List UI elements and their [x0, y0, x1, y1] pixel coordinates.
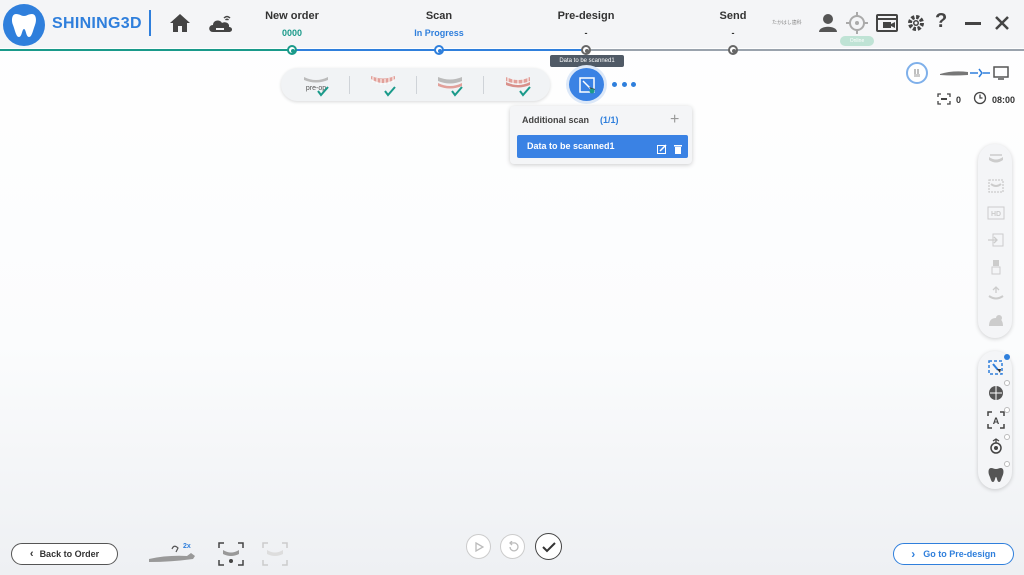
- cloud-wifi-icon[interactable]: [206, 12, 234, 34]
- minimize-icon[interactable]: [965, 22, 981, 25]
- dropdown-title: Additional scan: [522, 115, 590, 125]
- toolbar-separator: [483, 76, 484, 94]
- import-icon[interactable]: [985, 230, 1007, 250]
- edit-icon[interactable]: [657, 141, 667, 154]
- progress-pending: [586, 49, 1024, 51]
- chevron-left-icon: ‹: [29, 548, 34, 560]
- progress-done: [0, 49, 292, 51]
- brand-name: SHINING3D: [52, 15, 142, 32]
- svg-text:HD: HD: [991, 211, 1001, 218]
- step-scan[interactable]: Scan: [389, 10, 489, 22]
- ai-scan-icon[interactable]: A: [985, 410, 1007, 430]
- help-icon[interactable]: ?: [935, 10, 947, 33]
- scan-data-item-label: Data to be scanned1: [527, 141, 615, 151]
- crop-jaw-icon[interactable]: [985, 176, 1007, 196]
- scan-area-icon[interactable]: [218, 542, 244, 566]
- scan-tooltip: Data to be scanned1: [550, 55, 624, 67]
- tooth-logo-icon: [3, 4, 45, 46]
- go-to-pre-design-label: Go to Pre-design: [923, 549, 996, 559]
- toggle-dot[interactable]: [1004, 434, 1010, 440]
- dropdown-count: (1/1): [600, 115, 619, 125]
- step-send-sub: -: [731, 28, 735, 38]
- more-options-button[interactable]: [612, 76, 636, 92]
- trash-icon[interactable]: [673, 141, 683, 154]
- toggle-dot[interactable]: [1004, 380, 1010, 386]
- toggle-dot[interactable]: [1004, 407, 1010, 413]
- tooth-settings-icon[interactable]: [985, 464, 1007, 484]
- confirm-button[interactable]: [535, 533, 562, 560]
- back-to-order-label: Back to Order: [39, 549, 100, 559]
- active-dot: [1004, 354, 1010, 360]
- bite-jaw-button[interactable]: [498, 72, 538, 98]
- additional-scan-button[interactable]: [569, 68, 604, 101]
- play-button[interactable]: [466, 534, 491, 559]
- tip-badge: 2x: [183, 543, 191, 550]
- jaw-lift-icon[interactable]: [985, 284, 1007, 304]
- gum-icon[interactable]: [985, 311, 1007, 331]
- scan-count: 0: [956, 95, 962, 105]
- close-icon[interactable]: [993, 14, 1011, 32]
- rotate-view-icon[interactable]: [985, 437, 1007, 457]
- upper-jaw-button[interactable]: [363, 72, 403, 98]
- scanner-connection-icon: [938, 66, 1016, 80]
- toggle-dot[interactable]: [1004, 461, 1010, 467]
- lower-jaw-button[interactable]: [430, 72, 470, 98]
- scanner-tip-icon[interactable]: [147, 543, 203, 565]
- status-badge: Online: [840, 36, 874, 46]
- preop-jaw-label: pre-op: [306, 85, 326, 92]
- smart-scan-icon[interactable]: [985, 357, 1007, 377]
- texture-icon[interactable]: [985, 383, 1007, 403]
- preop-jaw-button[interactable]: pre-op: [296, 72, 336, 98]
- add-scan-icon[interactable]: +: [670, 111, 679, 129]
- toolbar-separator: [416, 76, 417, 94]
- scan-count-icon: [937, 92, 951, 105]
- hd-icon[interactable]: HD: [985, 203, 1007, 223]
- step-scan-sub: In Progress: [414, 28, 464, 38]
- scanner-tip-status-icon[interactable]: [906, 62, 928, 84]
- scan-body-icon[interactable]: [985, 257, 1007, 277]
- scan-area-disabled-icon[interactable]: [262, 542, 288, 566]
- step-node-scan: [434, 45, 444, 55]
- brand-divider: [149, 10, 151, 36]
- step-node-send: [728, 45, 738, 55]
- clinic-name: たかはし歯科: [772, 20, 802, 26]
- chevron-right-icon: ›: [911, 547, 916, 561]
- undo-button[interactable]: [500, 534, 525, 559]
- home-icon[interactable]: [168, 12, 192, 34]
- step-node-new-order: [287, 45, 297, 55]
- user-icon[interactable]: [817, 12, 839, 34]
- trim-jaw-icon[interactable]: [985, 150, 1007, 170]
- back-to-order-button[interactable]: ‹ Back to Order: [11, 543, 118, 565]
- step-node-pre-design: [581, 45, 591, 55]
- step-pre-design-sub: -: [584, 28, 588, 38]
- step-new-order[interactable]: New order: [242, 10, 342, 22]
- gear-icon[interactable]: [905, 12, 927, 34]
- scan-timer: 08:00: [992, 95, 1016, 105]
- toolbar-separator: [349, 76, 350, 94]
- step-new-order-sub: 0000: [281, 28, 303, 38]
- step-send[interactable]: Send: [683, 10, 783, 22]
- crosshair-icon[interactable]: [845, 11, 869, 35]
- go-to-pre-design-button[interactable]: › Go to Pre-design: [893, 543, 1014, 565]
- screen-record-icon[interactable]: [875, 12, 899, 34]
- step-pre-design[interactable]: Pre-design: [536, 10, 636, 22]
- svg-text:A: A: [993, 416, 1000, 426]
- clock-icon: [973, 91, 987, 105]
